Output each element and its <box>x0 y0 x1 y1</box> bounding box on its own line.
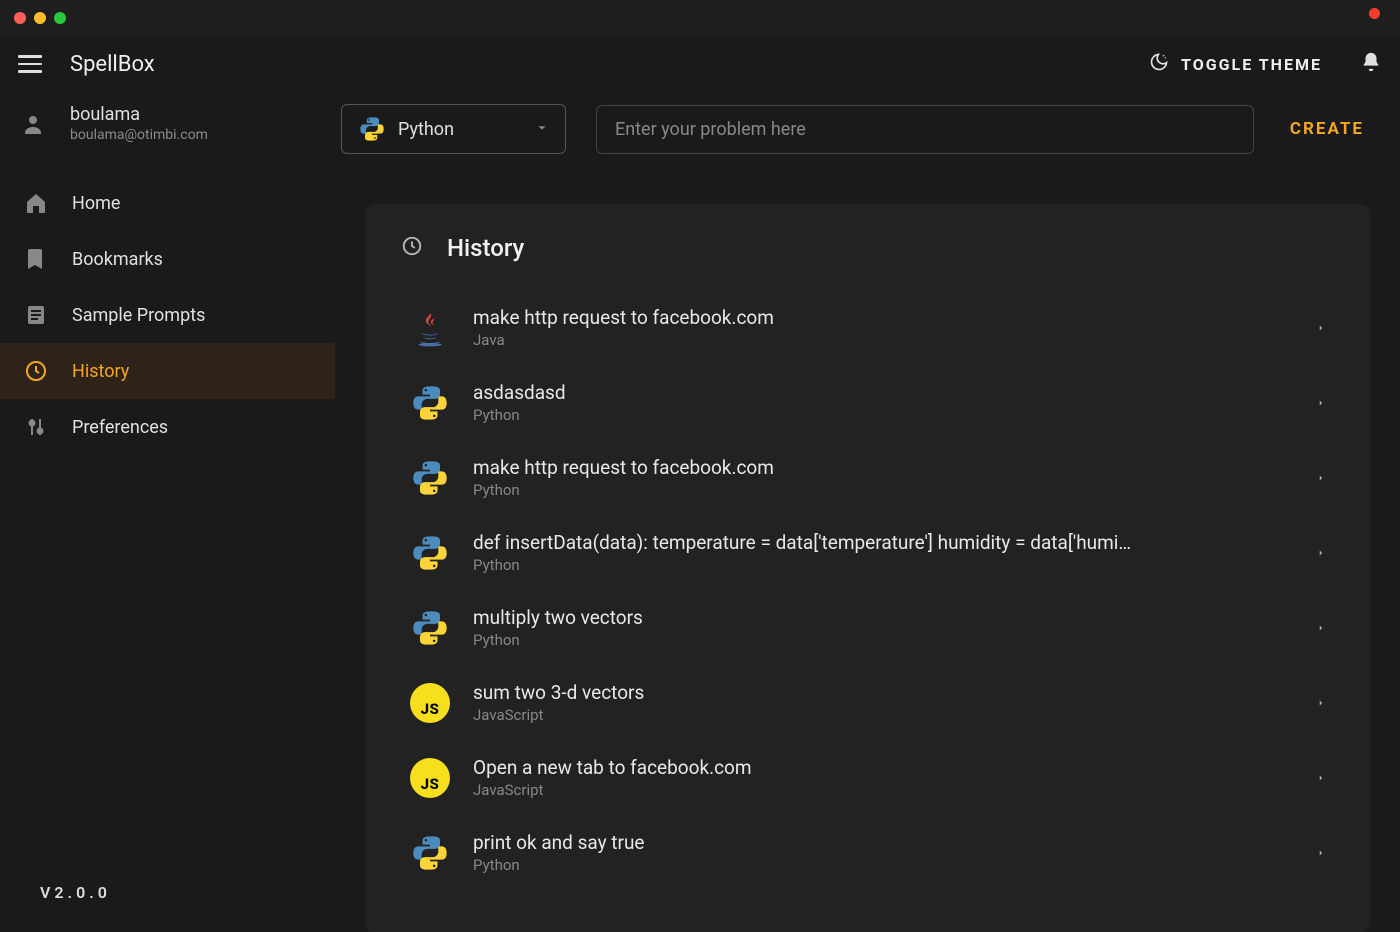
sidebar-item-history[interactable]: History <box>0 343 335 399</box>
window-controls <box>14 12 66 24</box>
history-item-title: asdasdasd <box>473 381 1294 404</box>
app-title: SpellBox <box>70 52 155 77</box>
toolbar: Python CREATE <box>335 92 1400 166</box>
user-profile[interactable]: boulama boulama@otimbi.com <box>0 92 335 163</box>
bell-icon <box>1360 58 1382 77</box>
history-item-title: multiply two vectors <box>473 606 1294 629</box>
python-icon <box>409 382 451 424</box>
close-window-button[interactable] <box>14 12 26 24</box>
sliders-icon <box>22 415 50 439</box>
toggle-theme-button[interactable]: TOGGLE THEME <box>1149 52 1322 76</box>
panel-title: History <box>447 234 524 262</box>
sidebar-item-sample-prompts[interactable]: Sample Prompts <box>0 287 335 343</box>
history-item-title: print ok and say true <box>473 831 1294 854</box>
java-icon <box>409 307 451 349</box>
history-item-title: make http request to facebook.com <box>473 306 1294 329</box>
document-icon <box>22 303 50 327</box>
javascript-icon: JS <box>409 757 451 799</box>
chevron-right-icon <box>1316 318 1326 337</box>
history-item[interactable]: multiply two vectors Python <box>401 590 1334 665</box>
history-item-language: Java <box>473 331 1294 349</box>
prompt-input[interactable] <box>596 105 1254 154</box>
chevron-right-icon <box>1316 393 1326 412</box>
history-item-title: def insertData(data): temperature = data… <box>473 531 1294 554</box>
history-item[interactable]: asdasdasd Python <box>401 365 1334 440</box>
history-item-title: Open a new tab to facebook.com <box>473 756 1294 779</box>
main-area: Python CREATE History make http request … <box>335 92 1400 932</box>
history-item[interactable]: make http request to facebook.com Python <box>401 440 1334 515</box>
history-item[interactable]: JS sum two 3-d vectors JavaScript <box>401 665 1334 740</box>
sidebar-item-label: History <box>72 361 129 382</box>
sidebar-item-label: Bookmarks <box>72 249 163 270</box>
sidebar: boulama boulama@otimbi.com Home Bookmark… <box>0 92 335 932</box>
chevron-right-icon <box>1316 618 1326 637</box>
javascript-icon: JS <box>409 682 451 724</box>
bookmark-icon <box>22 247 50 271</box>
history-panel: History make http request to facebook.co… <box>365 204 1370 932</box>
titlebar <box>0 0 1400 36</box>
create-button[interactable]: CREATE <box>1284 119 1370 139</box>
history-item-language: Python <box>473 481 1294 499</box>
toggle-theme-label: TOGGLE THEME <box>1181 55 1322 74</box>
history-item-language: Python <box>473 556 1294 574</box>
maximize-window-button[interactable] <box>54 12 66 24</box>
chevron-right-icon <box>1316 843 1326 862</box>
language-select-label: Python <box>398 119 523 140</box>
content: History make http request to facebook.co… <box>335 166 1400 932</box>
menu-button[interactable] <box>18 55 42 73</box>
history-item-language: Python <box>473 856 1294 874</box>
python-icon <box>409 832 451 874</box>
sidebar-item-home[interactable]: Home <box>0 175 335 231</box>
chevron-right-icon <box>1316 693 1326 712</box>
history-item-language: JavaScript <box>473 781 1294 799</box>
moon-icon <box>1149 52 1169 76</box>
language-select[interactable]: Python <box>341 104 566 154</box>
chevron-right-icon <box>1316 468 1326 487</box>
history-item-language: Python <box>473 406 1294 424</box>
history-icon <box>22 359 50 383</box>
version-label: V2.0.0 <box>0 853 335 932</box>
python-icon <box>409 532 451 574</box>
history-list: make http request to facebook.com Java asd… <box>401 290 1334 890</box>
history-item[interactable]: make http request to facebook.com Java <box>401 290 1334 365</box>
user-name: boulama <box>70 104 208 125</box>
minimize-window-button[interactable] <box>34 12 46 24</box>
history-item-title: make http request to facebook.com <box>473 456 1294 479</box>
history-item[interactable]: JS Open a new tab to facebook.com JavaScri… <box>401 740 1334 815</box>
sidebar-item-label: Home <box>72 193 120 214</box>
history-item-language: JavaScript <box>473 706 1294 724</box>
notifications-button[interactable] <box>1360 51 1382 77</box>
python-icon <box>358 115 386 143</box>
chevron-down-icon <box>535 120 549 139</box>
python-icon <box>409 607 451 649</box>
app-header: SpellBox TOGGLE THEME <box>0 36 1400 92</box>
nav: Home Bookmarks Sample Prompts History <box>0 163 335 455</box>
notification-indicator <box>1369 8 1380 19</box>
history-icon <box>401 235 423 261</box>
sidebar-item-preferences[interactable]: Preferences <box>0 399 335 455</box>
sidebar-item-bookmarks[interactable]: Bookmarks <box>0 231 335 287</box>
user-email: boulama@otimbi.com <box>70 127 208 143</box>
history-item[interactable]: def insertData(data): temperature = data… <box>401 515 1334 590</box>
sidebar-item-label: Preferences <box>72 417 168 438</box>
user-icon <box>18 112 48 136</box>
history-item[interactable]: print ok and say true Python <box>401 815 1334 890</box>
panel-header: History <box>401 234 1334 262</box>
history-item-language: Python <box>473 631 1294 649</box>
sidebar-item-label: Sample Prompts <box>72 305 205 326</box>
chevron-right-icon <box>1316 543 1326 562</box>
history-item-title: sum two 3-d vectors <box>473 681 1294 704</box>
chevron-right-icon <box>1316 768 1326 787</box>
home-icon <box>22 191 50 215</box>
python-icon <box>409 457 451 499</box>
